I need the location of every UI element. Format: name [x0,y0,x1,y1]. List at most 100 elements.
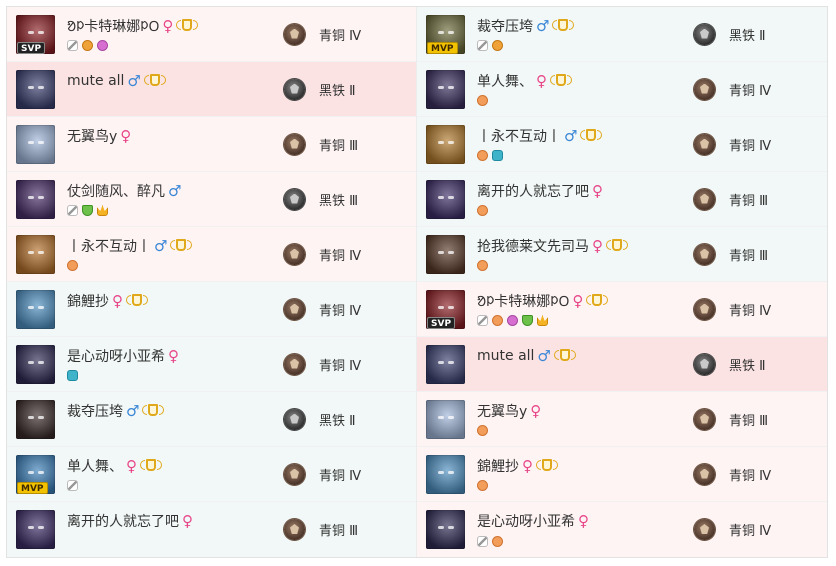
champion-avatar[interactable] [426,179,465,219]
player-info: 裁夺压垮 ♂ [67,400,282,439]
trophy-wing [597,129,603,140]
avatar-eye [448,526,454,529]
player-name-line: mute all ♂ [477,345,692,367]
avatar-eye [438,140,444,144]
left-team-player-row[interactable]: 丨永不互动丨 ♂ 青铜 Ⅳ [7,227,416,282]
champion-avatar[interactable] [16,234,55,274]
right-team-player-row[interactable]: 是心动呀小亚希 ♀ 青铜 Ⅳ [417,502,827,557]
champion-avatar[interactable]: SVP [16,14,55,54]
champion-avatar[interactable] [16,344,55,384]
player-name[interactable]: mute all [67,73,124,89]
player-name[interactable]: ᱚᱞ卡特琳娜ᱞᱛ [67,16,159,36]
champion-avatar[interactable] [16,179,55,219]
male-icon: ♂ [536,16,550,35]
player-name-line: 离开的人就忘了吧 ♀ [67,510,282,532]
player-name[interactable]: 单人舞、 [67,456,123,476]
champion-avatar[interactable] [426,399,465,439]
right-team-player-row[interactable]: 离开的人就忘了吧 ♀ 青铜 Ⅲ [417,172,827,227]
champion-avatar[interactable] [426,510,465,549]
left-team-player-row[interactable]: MVP 单人舞、 ♀ 青铜 Ⅳ [7,447,416,502]
player-name[interactable]: 仗剑随风、醉凡 [67,181,165,201]
rank-label: 青铜 Ⅲ [319,138,359,154]
right-team-player-row[interactable]: 錦鯉抄 ♀ 青铜 Ⅳ [417,447,827,502]
skull-tag-icon [97,40,108,51]
player-name[interactable]: 丨永不互动丨 [477,126,561,146]
avatar-eye [448,360,454,364]
trophy-wing [586,294,592,305]
player-name[interactable]: 錦鯉抄 [477,456,519,476]
left-team-player-row[interactable]: SVP ᱚᱞ卡特琳娜ᱞᱛ ♀ 青铜 Ⅳ [7,7,416,62]
player-name[interactable]: ᱚᱞ卡特琳娜ᱞᱛ [477,291,569,311]
champion-avatar[interactable] [426,454,465,494]
left-team-player-row[interactable]: 裁夺压垮 ♂ 黑铁 Ⅱ [7,392,416,447]
player-name[interactable]: 无翼鸟y [477,401,527,421]
rank-label: 青铜 Ⅳ [729,83,772,99]
avatar-shading [426,234,465,274]
rank-label: 青铜 Ⅳ [319,248,362,264]
honor-tags [477,478,692,494]
bronze-rank-icon [284,133,305,155]
bronze-rank-icon [694,78,715,100]
male-icon: ♂ [127,71,141,90]
player-name[interactable]: mute all [477,348,534,364]
player-name[interactable]: 离开的人就忘了吧 [67,511,179,531]
left-team-player-row[interactable]: 是心动呀小亚希 ♀ 青铜 Ⅳ [7,337,416,392]
champion-avatar[interactable]: MVP [16,454,55,494]
champion-avatar[interactable] [16,69,55,109]
player-name[interactable]: 丨永不互动丨 [67,236,151,256]
champion-avatar[interactable] [426,124,465,164]
player-info: 单人舞、 ♀ [67,455,282,494]
tea-tag-icon [477,425,488,436]
bronze-rank-icon [284,243,305,265]
champion-avatar[interactable] [16,399,55,439]
honor-tags [67,93,282,109]
player-name[interactable]: 錦鯉抄 [67,291,109,311]
champion-avatar[interactable]: MVP [426,14,465,54]
crown-tag-icon [537,315,548,326]
left-team-player-row[interactable]: 仗剑随风、醉凡 ♂ 黑铁 Ⅲ [7,172,416,227]
trophy-wing [553,459,558,470]
champion-avatar[interactable]: SVP [426,289,465,329]
honor-tags [67,533,282,549]
avatar-shading [16,344,55,384]
avatar-shading [426,510,465,549]
avatar-eye [38,30,44,34]
player-name[interactable]: 裁夺压垮 [67,401,123,421]
player-name[interactable]: 抢我德莱文先司马 [477,236,589,256]
avatar-shading [426,124,465,164]
left-team-player-row[interactable]: mute all ♂ 黑铁 Ⅱ [7,62,416,117]
player-name[interactable]: 离开的人就忘了吧 [477,181,589,201]
right-team-player-row[interactable]: 抢我德莱文先司马 ♀ 青铜 Ⅲ [417,227,827,282]
avatar-eye [438,305,444,309]
right-team-player-row[interactable]: 无翼鸟y ♀ 青铜 Ⅲ [417,392,827,447]
left-team-player-row[interactable]: 錦鯉抄 ♀ 青铜 Ⅳ [7,282,416,337]
left-team-player-row[interactable]: 无翼鸟y ♀ 青铜 Ⅲ [7,117,416,172]
champion-avatar[interactable] [16,510,55,549]
champion-avatar[interactable] [426,234,465,274]
honor-tags [67,203,282,219]
player-info: 离开的人就忘了吧 ♀ [67,510,282,549]
player-name[interactable]: 单人舞、 [477,71,533,91]
bronze-rank-icon [694,519,715,540]
trophy-wing [567,74,572,85]
player-name-line: 离开的人就忘了吧 ♀ [477,180,692,202]
right-team-player-row[interactable]: 丨永不互动丨 ♂ 青铜 Ⅳ [417,117,827,172]
avatar-shading [16,179,55,219]
avatar-eye [28,140,34,144]
avatar-eye [28,85,34,89]
player-name[interactable]: 无翼鸟y [67,126,117,146]
left-team-player-row[interactable]: 离开的人就忘了吧 ♀ 青铜 Ⅲ [7,502,416,557]
player-name[interactable]: 裁夺压垮 [477,16,533,36]
right-team-player-row[interactable]: mute all ♂ 黑铁 Ⅱ [417,337,827,392]
female-icon: ♀ [530,401,542,420]
champion-avatar[interactable] [426,69,465,109]
right-team-player-row[interactable]: 单人舞、 ♀ 青铜 Ⅳ [417,62,827,117]
champion-avatar[interactable] [16,289,55,329]
champion-avatar[interactable] [426,344,465,384]
player-name[interactable]: 是心动呀小亚希 [477,511,575,531]
bronze-rank-icon [694,463,715,485]
right-team-player-row[interactable]: SVP ᱚᱞ卡特琳娜ᱞᱛ ♀ 青铜 Ⅳ [417,282,827,337]
champion-avatar[interactable] [16,124,55,164]
right-team-player-row[interactable]: MVP 裁夺压垮 ♂ 黑铁 Ⅱ [417,7,827,62]
player-name[interactable]: 是心动呀小亚希 [67,346,165,366]
